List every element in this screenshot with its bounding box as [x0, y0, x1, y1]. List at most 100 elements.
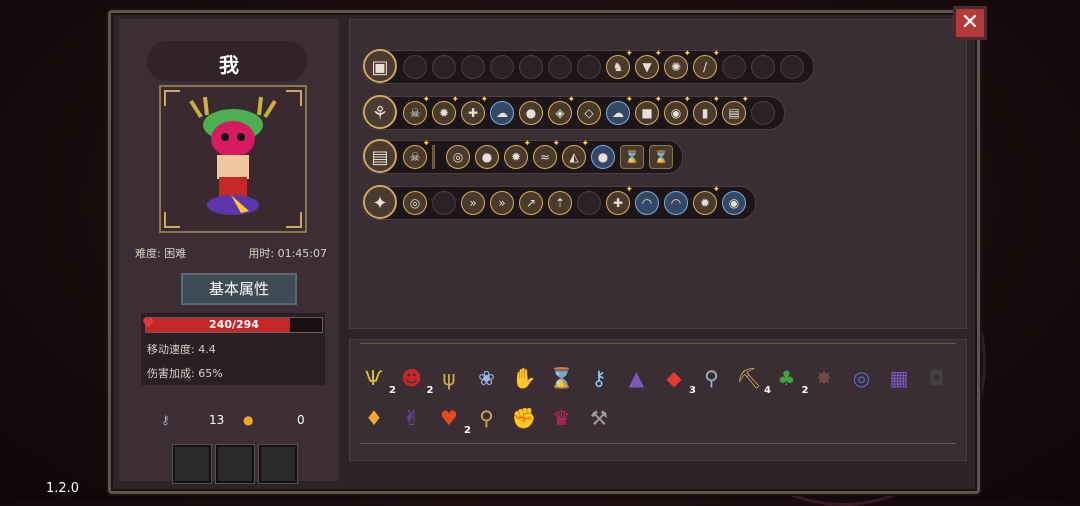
bag-icon[interactable]: ◘ — [923, 364, 951, 392]
blade-icon[interactable]: / ✦ — [693, 50, 720, 79]
upgrade-star-icon: ✦ — [523, 139, 531, 149]
empty-slot — [432, 191, 456, 215]
prism-icon[interactable]: ◭ ✦ — [562, 140, 589, 169]
dash-icon[interactable]: » — [461, 191, 485, 215]
horn-icon[interactable]: ψ — [435, 364, 463, 392]
heart-icon[interactable]: ♥ 2 — [435, 404, 471, 436]
slime-icon[interactable]: ● — [519, 101, 543, 125]
upgrade-star-icon: ✦ — [625, 95, 633, 105]
pickaxe-icon[interactable]: ⛏ 4 — [735, 364, 771, 396]
hand-icon[interactable]: ✌ — [398, 404, 426, 432]
elapsed-time: 用时: 01:45:07 — [248, 247, 327, 260]
hourglass-icon[interactable]: ⌛ — [620, 145, 644, 169]
compass-icon[interactable]: ◎ — [848, 364, 876, 392]
staff-icon[interactable]: ⚘ — [363, 95, 397, 129]
cross-icon[interactable]: ✚ ✦ — [606, 186, 633, 215]
magnifier-icon[interactable]: ⚲ — [698, 364, 726, 392]
upgrade-star-icon: ✦ — [451, 95, 459, 105]
run-info: 难度: 困难 用时: 01:45:07 — [127, 245, 337, 263]
equipment-slot[interactable] — [258, 444, 298, 484]
close-button[interactable]: ✕ — [953, 6, 987, 40]
equipment-slot[interactable] — [215, 444, 255, 484]
upgrade-star-icon: ✦ — [552, 139, 560, 149]
cloak-icon[interactable]: ▲ — [623, 364, 651, 392]
character-sprite — [189, 96, 277, 215]
flame-icon[interactable]: ✹ ✦ — [693, 186, 720, 215]
scroll-icon[interactable]: ▦ — [885, 364, 913, 392]
skull-icon[interactable]: ☠ ✦ — [403, 140, 430, 169]
up-icon[interactable]: ⇡ — [548, 191, 572, 215]
gem-icon[interactable]: ◈ ✦ — [548, 96, 575, 125]
coin-icon[interactable]: ● — [591, 145, 615, 169]
ring-key-icon[interactable]: ⚲ — [473, 404, 501, 432]
weapons-panel: ▣ ♞ ✦ ▼ ✦ ✺ ✦ / ✦ ⚘ ☠ ✦ ✹ ✦ ✚ ✦ ☁ ● ◈ ✦ ◇ ☁ ✦ ■ ✦ ◉ ✦ ▮ ✦ ▤ ✦ ▤ ☠ ✦ ◎ ● ✹ ✦ ≈ ✦… — [349, 19, 967, 329]
chevron-icon[interactable]: » — [490, 191, 514, 215]
empty-slot — [519, 55, 543, 79]
upgrade-star-icon: ✦ — [654, 49, 662, 59]
upgrade-star-icon: ✦ — [654, 95, 662, 105]
arrow-icon[interactable]: ↗ — [519, 191, 543, 215]
spiky-icon[interactable]: ✸ — [810, 364, 838, 392]
skull-icon[interactable]: ☠ ✦ — [403, 96, 430, 125]
demon-icon[interactable]: ☻ 2 — [398, 364, 433, 396]
cat-icon[interactable]: ♞ ✦ — [606, 50, 633, 79]
water-icon[interactable]: ≈ ✦ — [533, 140, 560, 169]
hourglass-icon[interactable]: ⌛ — [548, 364, 576, 392]
fish-icon[interactable]: ◆ 3 — [660, 364, 696, 396]
clover-icon[interactable]: ♣ 2 — [773, 364, 809, 396]
upgrade-star-icon: ✦ — [625, 185, 633, 195]
tome-icon[interactable]: ▤ — [363, 139, 397, 173]
target-icon[interactable]: ◎ — [446, 145, 470, 169]
stats-panel: ♥ 240/294 移动速度: 4.4 伤害加成: 65% — [141, 313, 325, 385]
empty-slot — [490, 55, 514, 79]
flame-icon[interactable]: ✹ ✦ — [504, 140, 531, 169]
upgrade-star-icon: ✦ — [712, 49, 720, 59]
item-count: 2 — [426, 385, 434, 396]
flame-icon[interactable]: ✹ ✦ — [432, 96, 459, 125]
target-icon[interactable]: ◎ — [403, 191, 427, 215]
cross-icon[interactable]: ✚ ✦ — [461, 96, 488, 125]
difficulty-label: 难度: 困难 — [135, 247, 187, 260]
claw-icon[interactable]: ✋ — [510, 364, 538, 392]
burst-icon[interactable]: ✺ ✦ — [664, 50, 691, 79]
upgrade-star-icon: ✦ — [480, 95, 488, 105]
ghost-icon[interactable]: ☁ — [490, 101, 514, 125]
wave-icon[interactable]: ◠ — [635, 191, 659, 215]
key-icon[interactable]: ⚷ — [585, 364, 613, 392]
coin-icon: ● — [243, 413, 254, 427]
block-icon[interactable]: ■ ✦ — [635, 96, 662, 125]
items-panel: Ѱ 2 ☻ 2 ψ ❀ ✋ ⌛ ⚷ ▲ ◆ 3 ⚲ ⛏ 4 ♣ 2 ✸ ◎ ▦ ◘ ♦ ✌ ♥ 2 ⚲ ✊ ♛ ⚒ — [349, 339, 967, 461]
move-speed-stat: 移动速度: 4.4 — [147, 343, 216, 356]
crest-icon[interactable]: ▼ ✦ — [635, 50, 662, 79]
empty-slot — [751, 55, 775, 79]
character-sidebar: 我 难度: 困难 用时: 01:45:07 基本属性 ♥ 240/294 移动速… — [119, 19, 339, 484]
version-label: 1.2.0 — [46, 481, 80, 496]
antler-icon[interactable]: Ѱ2 — [360, 364, 396, 396]
ghost2-icon[interactable]: ☁ ✦ — [606, 96, 633, 125]
eye-icon[interactable]: ◉ ✦ — [664, 96, 691, 125]
slime-icon[interactable]: ● — [475, 145, 499, 169]
upgrade-star-icon: ✦ — [741, 95, 749, 105]
basic-attributes-button[interactable]: 基本属性 — [181, 273, 297, 305]
empty-slot — [751, 101, 775, 125]
vial-icon[interactable]: ▮ ✦ — [693, 96, 720, 125]
upgrade-star-icon: ✦ — [683, 95, 691, 105]
chest-icon[interactable]: ▣ — [363, 49, 397, 83]
empty-slot — [577, 55, 601, 79]
upgrade-star-icon: ✦ — [625, 49, 633, 59]
upgrade-star-icon: ✦ — [567, 95, 575, 105]
vortex-icon[interactable]: ◉ — [722, 191, 746, 215]
scepter-icon[interactable]: ✦ — [363, 185, 397, 219]
wave-icon[interactable]: ◠ — [664, 191, 688, 215]
empty-slot — [780, 55, 804, 79]
lotus-icon[interactable]: ❀ — [473, 364, 501, 392]
book-icon[interactable]: ▤ ✦ — [722, 96, 749, 125]
axe-icon[interactable]: ⚒ — [585, 404, 613, 432]
mask-icon[interactable]: ♛ — [548, 404, 576, 432]
equipment-slot[interactable] — [172, 444, 212, 484]
crystal-icon[interactable]: ♦ — [360, 404, 388, 432]
hourglass-icon[interactable]: ⌛ — [649, 145, 673, 169]
rune-icon[interactable]: ◇ — [577, 101, 601, 125]
gauntlet-icon[interactable]: ✊ — [510, 404, 538, 432]
divider — [360, 443, 956, 444]
